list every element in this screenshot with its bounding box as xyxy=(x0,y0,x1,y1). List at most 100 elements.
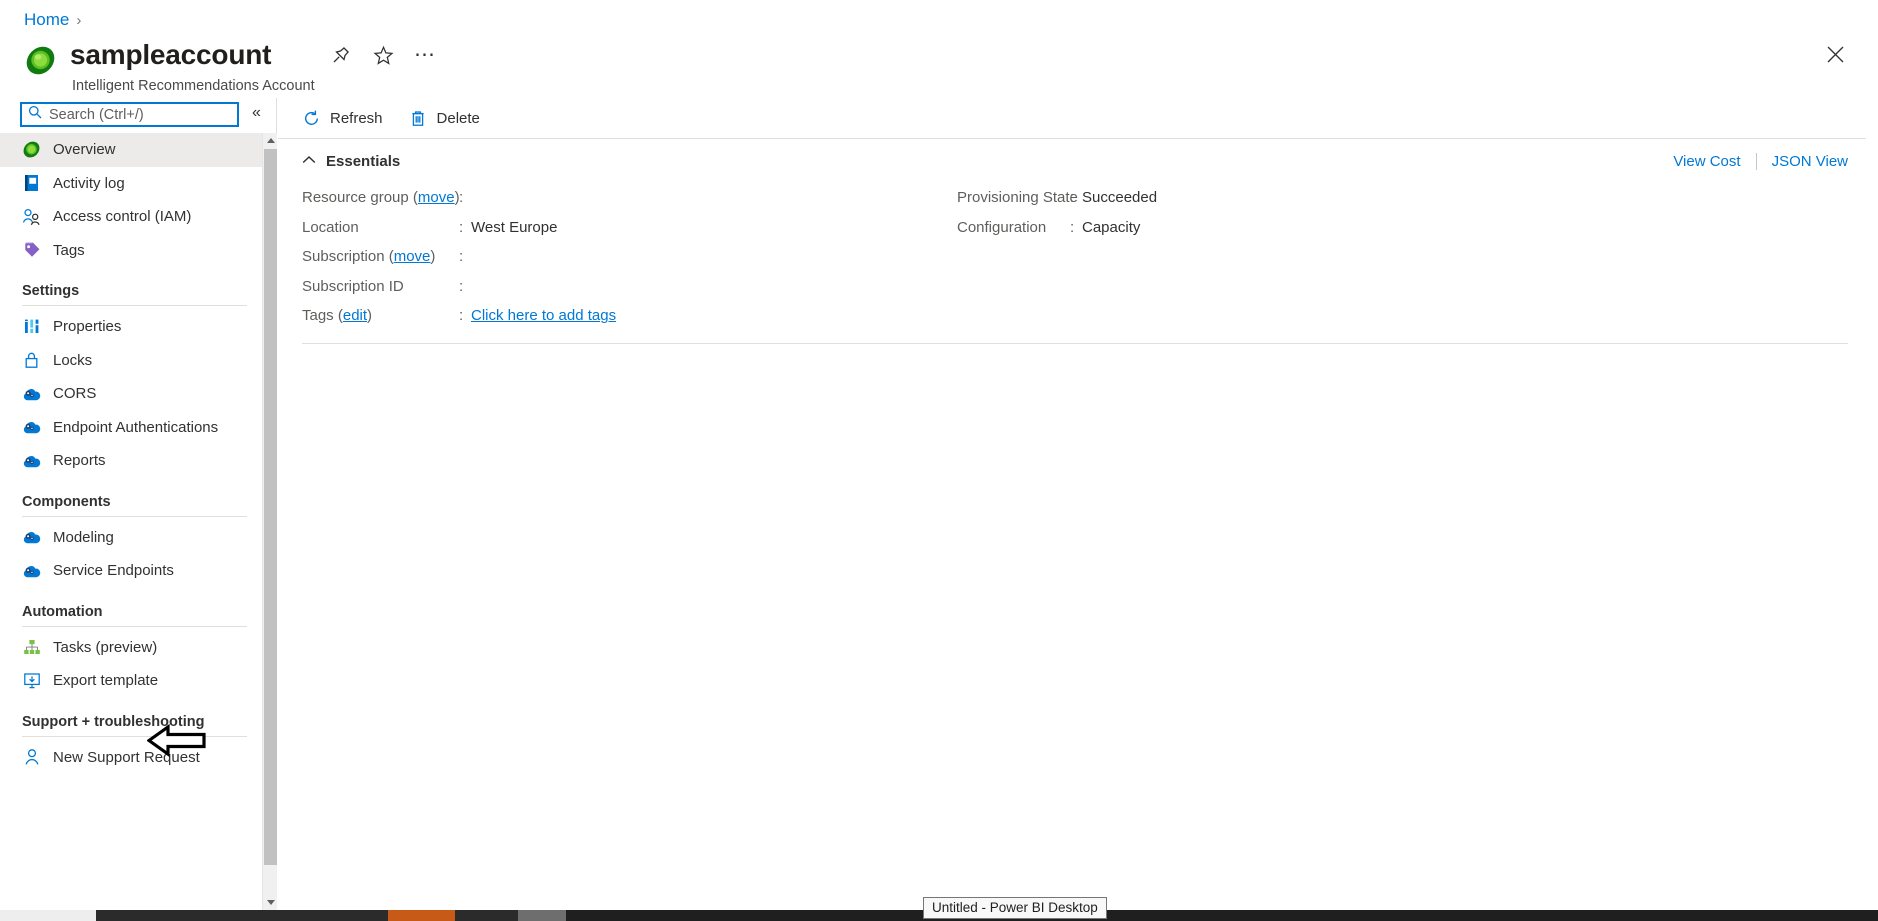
essentials-key: Tags (edit) xyxy=(302,307,373,325)
essentials-toggle[interactable]: Essentials xyxy=(302,152,400,170)
sidebar-item-tasks-preview[interactable]: Tasks (preview) xyxy=(0,631,262,665)
view-cost-link[interactable]: View Cost xyxy=(1673,153,1740,170)
favorite-star-icon[interactable] xyxy=(372,44,394,66)
command-bar: Refresh Delete xyxy=(278,98,1866,139)
nav-group-divider xyxy=(22,625,247,627)
page-subtitle: Intelligent Recommendations Account xyxy=(72,77,315,94)
taskbar-hovered-app[interactable] xyxy=(518,910,566,921)
essentials-value: West Europe xyxy=(471,218,558,236)
essentials-key-link[interactable]: edit xyxy=(343,307,367,324)
nav-group-title: Settings xyxy=(22,283,80,299)
essentials-key-link[interactable]: move xyxy=(418,189,455,206)
page-header: sampleaccount Intelligent Recommendation… xyxy=(24,39,315,94)
essentials-row: Resource group (move): xyxy=(302,183,957,213)
collapse-pane-icon[interactable]: « xyxy=(252,104,261,122)
refresh-icon xyxy=(302,109,321,128)
delete-button[interactable]: Delete xyxy=(409,109,480,128)
taskbar-segment xyxy=(0,910,96,921)
sidebar-item-label: Service Endpoints xyxy=(53,562,174,580)
sidebar-item-label: Properties xyxy=(53,318,122,336)
essentials-row: Subscription ID: xyxy=(302,272,957,302)
essentials-separator: : xyxy=(459,307,464,325)
resource-globe-icon xyxy=(22,140,41,159)
sidebar-item-reports[interactable]: Reports xyxy=(0,444,262,478)
breadcrumb-home-link[interactable]: Home xyxy=(24,10,69,30)
properties-icon xyxy=(22,317,41,336)
taskbar-segment xyxy=(566,910,1878,921)
nav-group-title: Support + troubleshooting xyxy=(22,713,205,730)
sidebar-item-endpoint-authentications[interactable]: Endpoint Authentications xyxy=(0,411,262,445)
export-template-icon xyxy=(22,671,41,690)
essentials-key-link[interactable]: move xyxy=(394,248,431,265)
essentials-key: Location xyxy=(302,219,459,236)
nav-group-divider xyxy=(22,515,247,517)
essentials-separator: : xyxy=(459,277,464,295)
refresh-button[interactable]: Refresh xyxy=(302,109,383,128)
scroll-up-arrow-icon[interactable] xyxy=(263,133,278,148)
json-view-link[interactable]: JSON View xyxy=(1772,153,1848,170)
pin-icon[interactable] xyxy=(330,44,352,66)
refresh-label: Refresh xyxy=(330,109,383,127)
essentials-separator: : xyxy=(459,248,464,266)
sidebar-item-service-endpoints[interactable]: Service Endpoints xyxy=(0,554,262,588)
essentials-value: Capacity xyxy=(1082,218,1141,236)
search-area: « xyxy=(0,98,276,127)
sidebar-item-label: Activity log xyxy=(53,174,125,192)
nav-group: Support + troubleshooting xyxy=(0,714,262,737)
essentials-right-column: Provisioning State: Succeeded Configuratio… xyxy=(957,183,1157,331)
essentials-key-label: Subscription ID xyxy=(302,277,404,295)
cloud-gear-icon xyxy=(22,528,41,547)
scroll-down-arrow-icon[interactable] xyxy=(263,895,278,910)
sidebar-item-label: Locks xyxy=(53,351,93,369)
sidebar-scrollbar[interactable] xyxy=(262,133,277,910)
sidebar-item-label: CORS xyxy=(53,385,97,403)
sidebar-item-properties[interactable]: Properties xyxy=(0,310,262,344)
taskbar-active-app[interactable] xyxy=(388,910,455,921)
close-icon[interactable] xyxy=(1822,41,1848,67)
trash-icon xyxy=(409,109,428,128)
search-box[interactable] xyxy=(20,102,239,127)
cloud-gear-icon xyxy=(22,384,41,403)
sidebar-item-modeling[interactable]: Modeling xyxy=(0,521,262,555)
sidebar-item-locks[interactable]: Locks xyxy=(0,344,262,378)
sidebar-item-overview[interactable]: Overview xyxy=(0,133,262,167)
sidebar-item-access-control-iam[interactable]: Access control (IAM) xyxy=(0,200,262,234)
delete-label: Delete xyxy=(436,109,480,127)
cloud-gear-icon xyxy=(22,451,41,470)
essentials-key-label: Resource group xyxy=(302,189,409,207)
sidebar-item-label: Overview xyxy=(53,141,116,159)
sidebar-item-cors[interactable]: CORS xyxy=(0,377,262,411)
essentials-value[interactable]: Click here to add tags xyxy=(471,307,616,324)
breadcrumb: Home › xyxy=(24,10,81,30)
essentials-separator: : xyxy=(1070,218,1075,236)
sidebar-item-new-support-request[interactable]: New Support Request xyxy=(0,741,262,775)
sidebar-item-tags[interactable]: Tags xyxy=(0,234,262,268)
essentials-key-label: Provisioning State xyxy=(957,189,1078,207)
essentials-row: Configuration: Capacity xyxy=(957,213,1157,243)
essentials-key: Subscription (move) xyxy=(302,248,436,266)
essentials-key-label: Subscription xyxy=(302,248,385,266)
search-input[interactable] xyxy=(42,106,237,123)
nav-group: Settings xyxy=(0,283,262,306)
search-icon xyxy=(28,105,42,124)
essentials-body: Resource group (move): Location: West Euro… xyxy=(278,170,1878,331)
add-tags-link[interactable]: Click here to add tags xyxy=(471,307,616,324)
nav-group-title: Automation xyxy=(22,603,103,620)
nav-group: Components xyxy=(0,494,262,517)
sidebar-item-label: Reports xyxy=(53,452,106,470)
essentials-row: Provisioning State: Succeeded xyxy=(957,183,1157,213)
taskbar-segment xyxy=(455,910,518,921)
nav-scroll-region: Overview Activity log Access control (IAM)… xyxy=(0,133,277,910)
scrollbar-thumb[interactable] xyxy=(264,149,277,865)
sidebar-item-activity-log[interactable]: Activity log xyxy=(0,167,262,201)
essentials-left-column: Resource group (move): Location: West Euro… xyxy=(302,183,957,331)
page-title: sampleaccount xyxy=(70,39,272,70)
sidebar-item-label: Modeling xyxy=(53,528,114,546)
more-options-icon[interactable]: ⋯ xyxy=(414,44,436,66)
nav-group-title: Components xyxy=(22,493,111,510)
essentials-separator: : xyxy=(1070,189,1075,207)
activity-log-icon xyxy=(22,174,41,193)
tasks-icon xyxy=(22,638,41,657)
sidebar-item-export-template[interactable]: Export template xyxy=(0,664,262,698)
essentials-links: View Cost JSON View xyxy=(1673,152,1848,170)
